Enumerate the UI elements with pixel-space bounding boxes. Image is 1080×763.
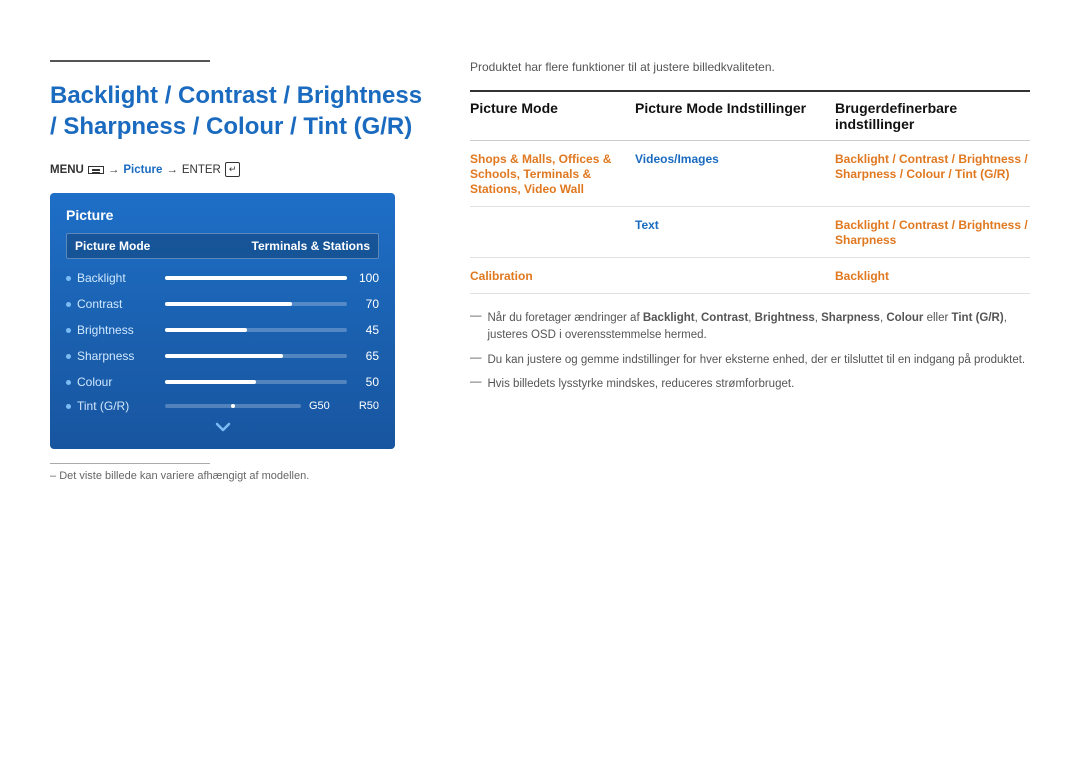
tint-values: G50 R50 xyxy=(309,400,379,412)
menu-icon-box xyxy=(88,166,104,174)
note-body-3: Hvis billedets lysstyrke mindskes, reduc… xyxy=(488,376,795,393)
page-title: Backlight / Contrast / Brightness / Shar… xyxy=(50,80,430,142)
bruger-value-1: Backlight / Contrast / Brightness / Shar… xyxy=(835,152,1028,181)
dot-contrast xyxy=(66,302,71,307)
td-mode-3: Calibration xyxy=(470,268,635,283)
value-contrast: 70 xyxy=(355,297,379,311)
th-indstilling: Picture Mode Indstillinger xyxy=(635,100,835,132)
dot-colour xyxy=(66,380,71,385)
osd-slider-colour: Colour 50 xyxy=(66,373,379,391)
osd-slider-sharpness: Sharpness 65 xyxy=(66,347,379,365)
arrow1: → xyxy=(108,164,120,176)
td-bruger-3: Backlight xyxy=(835,268,1030,283)
note-rule-left xyxy=(50,463,210,464)
dot-tint xyxy=(66,404,71,409)
osd-sliders: Backlight 100 Contrast 70 xyxy=(66,269,379,413)
osd-mode-label: Picture Mode xyxy=(75,239,150,253)
bruger-value-3: Backlight xyxy=(835,269,889,283)
th-mode: Picture Mode xyxy=(470,100,635,132)
value-brightness: 45 xyxy=(355,323,379,337)
osd-slider-brightness: Brightness 45 xyxy=(66,321,379,339)
table-row-1: Shops & Malls, Offices & Schools, Termin… xyxy=(470,141,1030,207)
fill-backlight xyxy=(165,276,347,280)
value-backlight: 100 xyxy=(355,271,379,285)
dot-backlight xyxy=(66,276,71,281)
param-contrast: Contrast xyxy=(77,297,157,311)
note-below-osd: – Det viste billede kan variere afhængig… xyxy=(50,470,430,482)
osd-mode-row: Picture Mode Terminals & Stations xyxy=(66,233,379,259)
fill-colour xyxy=(165,380,256,384)
enter-icon-box: ↵ xyxy=(225,162,241,177)
param-colour: Colour xyxy=(77,375,157,389)
note-item-3: ― Hvis billedets lysstyrke mindskes, red… xyxy=(470,376,1030,393)
fill-sharpness xyxy=(165,354,283,358)
menu-label: MENU xyxy=(50,164,84,176)
note-body-2: Du kan justere og gemme indstillinger fo… xyxy=(488,352,1026,369)
left-panel: Backlight / Contrast / Brightness / Shar… xyxy=(50,60,430,482)
osd-slider-backlight: Backlight 100 xyxy=(66,269,379,287)
fill-tint xyxy=(231,404,235,408)
track-tint xyxy=(165,404,301,408)
param-sharpness: Sharpness xyxy=(77,349,157,363)
mode-value-1: Shops & Malls, Offices & Schools, Termin… xyxy=(470,152,611,196)
track-sharpness xyxy=(165,354,347,358)
osd-title: Picture xyxy=(66,207,379,223)
note-dash-3: ― xyxy=(470,376,482,388)
osd-mode-value: Terminals & Stations xyxy=(252,239,370,253)
right-intro: Produktet har flere funktioner til at ju… xyxy=(470,60,1030,74)
osd-chevron xyxy=(66,419,379,435)
indstilling-value-2: Text xyxy=(635,218,659,232)
top-rule xyxy=(50,60,210,62)
table-header: Picture Mode Picture Mode Indstillinger … xyxy=(470,92,1030,141)
track-contrast xyxy=(165,302,347,306)
menu-instruction: MENU → Picture → ENTER ↵ xyxy=(50,162,430,177)
track-colour xyxy=(165,380,347,384)
note-item-1: ― Når du foretager ændringer af Backligh… xyxy=(470,310,1030,345)
td-indstilling-1: Videos/Images xyxy=(635,151,835,166)
param-brightness: Brightness xyxy=(77,323,157,337)
note-dash-2: ― xyxy=(470,352,482,364)
track-brightness xyxy=(165,328,347,332)
track-backlight xyxy=(165,276,347,280)
param-backlight: Backlight xyxy=(77,271,157,285)
indstilling-value-1: Videos/Images xyxy=(635,152,719,166)
table-row-3: Calibration Backlight xyxy=(470,258,1030,294)
th-bruger: Brugerdefinerbare indstillinger xyxy=(835,100,1030,132)
fill-brightness xyxy=(165,328,247,332)
td-bruger-1: Backlight / Contrast / Brightness / Shar… xyxy=(835,151,1030,181)
value-colour: 50 xyxy=(355,375,379,389)
tint-right: R50 xyxy=(359,400,379,412)
notes-section: ― Når du foretager ændringer af Backligh… xyxy=(470,310,1030,393)
value-sharpness: 65 xyxy=(355,349,379,363)
bruger-value-2: Backlight / Contrast / Brightness / Shar… xyxy=(835,218,1028,247)
td-indstilling-2: Text xyxy=(635,217,835,232)
arrow2: → xyxy=(166,164,178,176)
td-mode-1: Shops & Malls, Offices & Schools, Termin… xyxy=(470,151,635,196)
note-item-2: ― Du kan justere og gemme indstillinger … xyxy=(470,352,1030,369)
osd-slider-contrast: Contrast 70 xyxy=(66,295,379,313)
note-body-1: Når du foretager ændringer af Backlight,… xyxy=(488,310,1031,345)
td-bruger-2: Backlight / Contrast / Brightness / Shar… xyxy=(835,217,1030,247)
note-dash-1: ― xyxy=(470,310,482,322)
dot-brightness xyxy=(66,328,71,333)
picture-link: Picture xyxy=(123,164,162,176)
note-dash-left: – xyxy=(50,470,56,482)
table-row-2: Text Backlight / Contrast / Brightness /… xyxy=(470,207,1030,258)
dot-sharpness xyxy=(66,354,71,359)
mode-value-3: Calibration xyxy=(470,269,533,283)
enter-label: ENTER xyxy=(182,164,221,176)
osd-tint-row: Tint (G/R) G50 R50 xyxy=(66,399,379,413)
fill-contrast xyxy=(165,302,292,306)
param-tint: Tint (G/R) xyxy=(77,399,157,413)
osd-box: Picture Picture Mode Terminals & Station… xyxy=(50,193,395,449)
right-panel: Produktet har flere funktioner til at ju… xyxy=(470,60,1030,482)
note-below-text: Det viste billede kan variere afhængigt … xyxy=(59,470,309,482)
tint-left: G50 xyxy=(309,400,330,412)
